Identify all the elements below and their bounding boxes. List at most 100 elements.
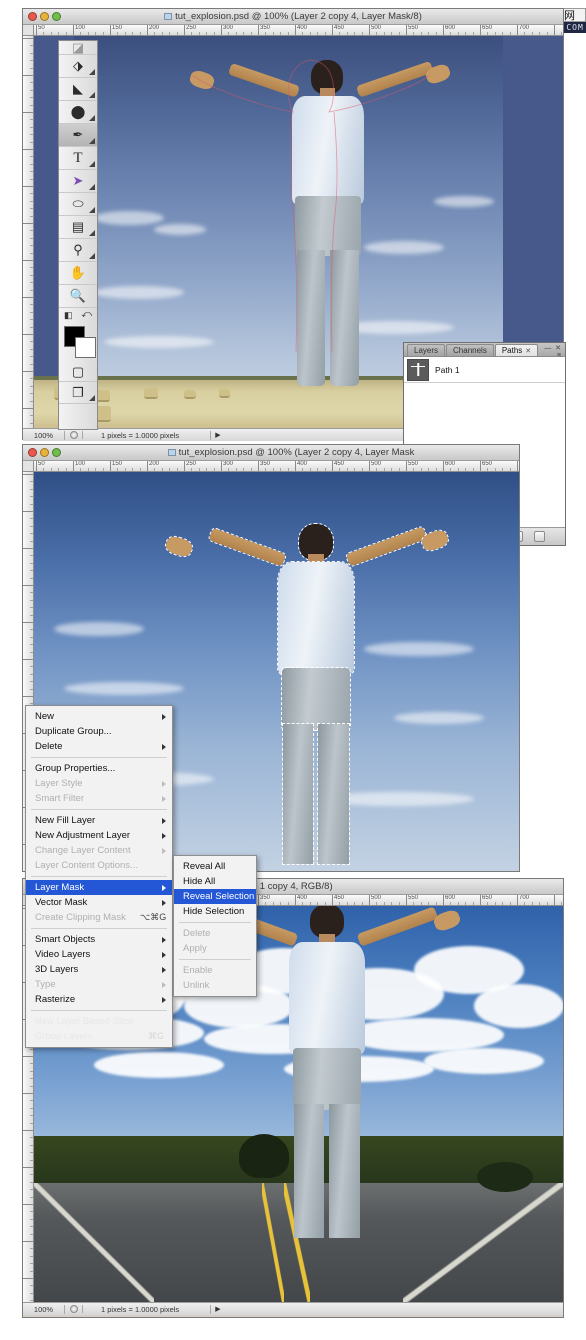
menu-item-label: New Adjustment Layer <box>35 830 131 841</box>
delete-path-icon[interactable] <box>534 531 545 542</box>
roadside-bush <box>477 1162 533 1192</box>
ellipse-shape-tool[interactable]: ⬭ <box>59 193 97 216</box>
quick-mask-mode-button[interactable]: ▢ <box>59 362 97 382</box>
menu-item-change-layer-content: Change Layer Content <box>26 843 172 858</box>
notes-tool[interactable]: ▤ <box>59 216 97 239</box>
menu-item-video-layers[interactable]: Video Layers <box>26 947 172 962</box>
close-button[interactable] <box>28 12 37 21</box>
close-button[interactable] <box>28 448 37 457</box>
vertical-ruler-top[interactable] <box>23 36 34 428</box>
panel-minimize-close-icons[interactable]: — ✕ <box>544 344 562 352</box>
menu-item-new-fill-layer[interactable]: New Fill Layer <box>26 813 172 828</box>
man-figure-middle <box>152 510 452 865</box>
menu-item-label: Layer Mask <box>35 882 85 893</box>
menu-item-label: Vector Mask <box>35 897 88 908</box>
ruler-origin-corner[interactable] <box>23 461 34 472</box>
layer-context-menu[interactable]: New Duplicate Group... Delete Group Propert… <box>25 705 173 1048</box>
panel-tab-strip[interactable]: Layers Channels Paths ✕ <box>404 343 565 357</box>
zoom-button[interactable] <box>52 448 61 457</box>
hand-tool[interactable]: ✋ <box>59 262 97 285</box>
minimize-button[interactable] <box>40 12 49 21</box>
menu-item-new-adjustment-layer[interactable]: New Adjustment Layer <box>26 828 172 843</box>
color-swatches[interactable] <box>59 322 97 362</box>
cloud <box>54 622 144 636</box>
menu-item-label: Delete <box>183 928 211 939</box>
menu-separator <box>31 809 167 810</box>
menu-item-group-properties[interactable]: Group Properties... <box>26 761 172 776</box>
eraser-tool[interactable]: ◣ <box>59 78 97 101</box>
paint-bucket-tool[interactable]: ⬗ <box>59 55 97 78</box>
minimize-button[interactable] <box>40 448 49 457</box>
eyedropper-tool[interactable]: ⚲ <box>59 239 97 262</box>
menu-item-rasterize[interactable]: Rasterize <box>26 992 172 1007</box>
background-color-swatch[interactable] <box>75 337 96 358</box>
swap-colors-icon[interactable]: ⤺ <box>81 309 92 320</box>
menu-item-label: Create Clipping Mask <box>35 912 126 923</box>
menu-item-smart-filter: Smart Filter <box>26 791 172 806</box>
menu-separator <box>179 922 251 923</box>
menu-item-vector-mask[interactable]: Vector Mask <box>26 895 172 910</box>
window-controls-top[interactable] <box>23 12 61 21</box>
menu-item-label: 3D Layers <box>35 964 79 975</box>
menu-item-label: Duplicate Group... <box>35 726 112 737</box>
horizontal-ruler-middle[interactable]: 5010015020025030035040045050055060065070… <box>34 461 519 472</box>
horizontal-ruler-top[interactable]: 50 100 150 200 250 300 350 400 450 500 550 600 650 70… <box>34 25 563 36</box>
path-list-item[interactable]: Path 1 <box>404 357 565 383</box>
menu-item-reveal-selection[interactable]: Reveal Selection <box>174 889 256 904</box>
menu-item-smart-objects[interactable]: Smart Objects <box>26 932 172 947</box>
layer-mask-submenu[interactable]: Reveal All Hide All Reveal Selection Hide S… <box>173 855 257 997</box>
right-arm <box>356 906 439 947</box>
ruler-origin-corner[interactable] <box>23 25 34 36</box>
menu-item-label: Enable <box>183 965 213 976</box>
blur-tool[interactable]: ⬤ <box>59 101 97 124</box>
menu-item-layer-mask[interactable]: Layer Mask <box>26 880 172 895</box>
status-preview-icon[interactable] <box>65 431 83 439</box>
tools-palette[interactable]: ◪ ⬗ ◣ ⬤ ✒ T ➤ ⬭ ▤ ⚲ ✋ 🔍 ◧ ⤺ ▢ ❐ <box>58 40 98 430</box>
window-controls-middle[interactable] <box>23 448 61 457</box>
path-thumbnail <box>407 358 429 381</box>
document-icon <box>167 448 176 456</box>
path-selection-tool[interactable]: ➤ <box>59 170 97 193</box>
menu-item-label: Apply <box>183 943 207 954</box>
menu-item-hide-all[interactable]: Hide All <box>174 874 256 889</box>
tab-channels[interactable]: Channels <box>446 344 494 356</box>
status-menu-arrow[interactable]: ▶ <box>211 1305 225 1313</box>
close-icon[interactable]: ✕ <box>525 348 531 355</box>
tab-layers[interactable]: Layers <box>407 344 446 356</box>
type-tool[interactable]: T <box>59 147 97 170</box>
tab-paths[interactable]: Paths ✕ <box>494 344 539 356</box>
left-leg <box>294 1104 324 1238</box>
status-info-bottom: 1 pixels = 1.0000 pixels <box>83 1304 211 1314</box>
menu-separator <box>31 757 167 758</box>
zoom-level-top[interactable]: 100% <box>23 430 65 440</box>
menu-item-label: Reveal Selection <box>183 891 255 902</box>
screen-mode-button[interactable]: ❐ <box>59 382 97 404</box>
titlebar-middle[interactable]: tut_explosion.psd @ 100% (Layer 2 copy 4… <box>23 445 519 461</box>
tab-layers-label: Layers <box>414 346 439 355</box>
menu-item-duplicate-group[interactable]: Duplicate Group... <box>26 724 172 739</box>
road-edge-line-left <box>34 1183 154 1302</box>
menu-separator <box>31 1010 167 1011</box>
titlebar-top[interactable]: tut_explosion.psd @ 100% (Layer 2 copy 4… <box>23 9 563 25</box>
color-mode-row[interactable]: ◧ ⤺ <box>59 308 97 322</box>
menu-item-delete: Delete <box>174 926 256 941</box>
menu-item-new-layer-based-slice: New Layer Based Slice <box>26 1014 172 1029</box>
default-colors-icon[interactable]: ◧ <box>64 310 73 321</box>
menu-item-label: Layer Content Options... <box>35 860 138 871</box>
zoom-tool[interactable]: 🔍 <box>59 285 97 308</box>
menu-item-hide-selection[interactable]: Hide Selection <box>174 904 256 919</box>
menu-item-group-layers: Group Layers ⌘G <box>26 1029 172 1044</box>
gradient-tool[interactable]: ◪ <box>59 41 97 55</box>
menu-item-label: Group Properties... <box>35 763 116 774</box>
status-menu-arrow[interactable]: ▶ <box>211 431 225 439</box>
statusbar-bottom[interactable]: 100% 1 pixels = 1.0000 pixels ▶ <box>23 1302 563 1315</box>
menu-item-delete[interactable]: Delete <box>26 739 172 754</box>
zoom-button[interactable] <box>52 12 61 21</box>
menu-item-3d-layers[interactable]: 3D Layers <box>26 962 172 977</box>
menu-item-new[interactable]: New <box>26 709 172 724</box>
menu-item-label: Unlink <box>183 980 210 991</box>
menu-item-reveal-all[interactable]: Reveal All <box>174 859 256 874</box>
zoom-level-bottom[interactable]: 100% <box>23 1304 65 1314</box>
pen-tool[interactable]: ✒ <box>59 124 97 147</box>
status-preview-icon[interactable] <box>65 1305 83 1313</box>
